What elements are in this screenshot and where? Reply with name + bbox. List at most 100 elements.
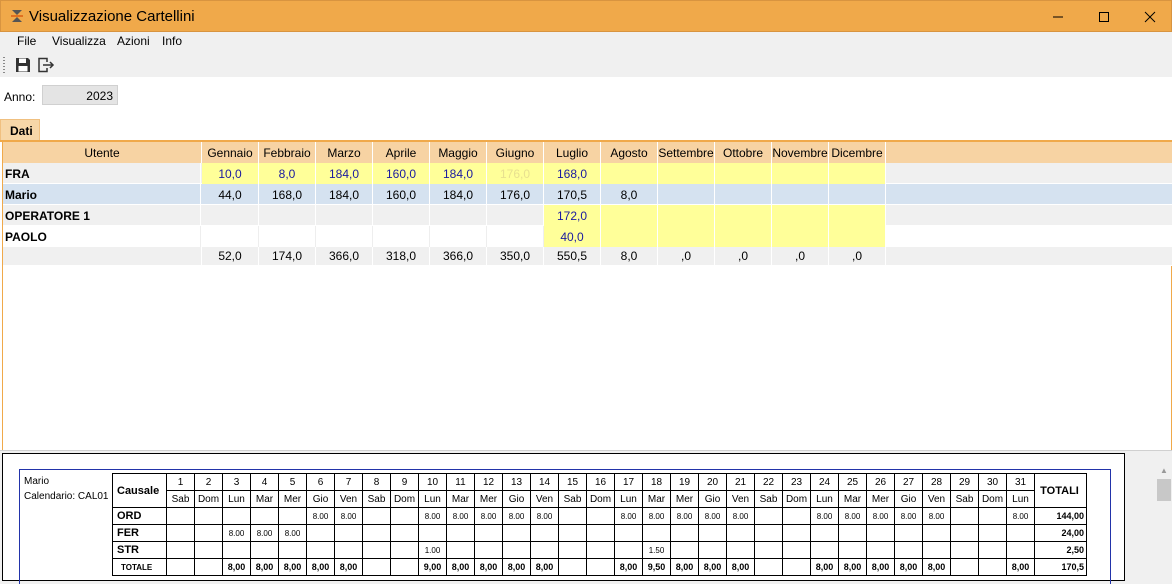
cell-value[interactable]: [829, 205, 886, 226]
cell-value[interactable]: [259, 226, 316, 247]
vertical-scrollbar[interactable]: ▲: [1156, 463, 1172, 580]
cell-value[interactable]: [430, 226, 487, 247]
cell-value[interactable]: 184,0: [430, 163, 487, 184]
day-number: 29: [950, 473, 979, 491]
cell-value[interactable]: [829, 184, 886, 205]
cell-value[interactable]: [658, 205, 715, 226]
report-cell: [670, 541, 699, 559]
anno-field[interactable]: 2023: [42, 85, 118, 105]
header-month[interactable]: Giugno: [487, 142, 544, 163]
cell-value[interactable]: 184,0: [316, 184, 373, 205]
cell-value[interactable]: [259, 205, 316, 226]
cell-value[interactable]: 40,0: [544, 226, 601, 247]
tab-dati[interactable]: Dati: [0, 119, 40, 141]
cell-value[interactable]: 10,0: [202, 163, 259, 184]
menu-visualizza[interactable]: Visualizza: [52, 34, 106, 48]
cell-value[interactable]: 184,0: [316, 163, 373, 184]
cell-value[interactable]: [316, 205, 373, 226]
day-number: 23: [782, 473, 811, 491]
cell-value[interactable]: 184,0: [430, 184, 487, 205]
cell-value[interactable]: [316, 226, 373, 247]
export-button[interactable]: [36, 55, 56, 75]
cell-value[interactable]: [487, 226, 544, 247]
cell-value[interactable]: [715, 163, 772, 184]
cell-value[interactable]: [202, 226, 259, 247]
cell-value[interactable]: [715, 226, 772, 247]
header-month[interactable]: Maggio: [430, 142, 487, 163]
cell-value[interactable]: [430, 205, 487, 226]
cell-value[interactable]: [601, 163, 658, 184]
close-button[interactable]: [1127, 1, 1172, 33]
report-cell: [530, 541, 559, 559]
cell-value[interactable]: [658, 163, 715, 184]
cell-value[interactable]: 160,0: [373, 163, 430, 184]
day-number: 8: [362, 473, 391, 491]
cell-value[interactable]: 172,0: [544, 205, 601, 226]
cell-value[interactable]: 8,0: [259, 163, 316, 184]
totals-label-cell: [3, 247, 202, 266]
table-row[interactable]: FRA 10,0 8,0 184,0 160,0 184,0 176,0 168…: [3, 163, 1172, 184]
maximize-button[interactable]: [1081, 1, 1127, 33]
table-row[interactable]: OPERATORE 1 172,0: [3, 205, 1172, 226]
day-number: 4: [250, 473, 279, 491]
cell-value[interactable]: [202, 205, 259, 226]
cell-value[interactable]: [772, 205, 829, 226]
cell-value[interactable]: 168,0: [544, 163, 601, 184]
menu-file[interactable]: File: [17, 34, 36, 48]
menu-azioni[interactable]: Azioni: [117, 34, 150, 48]
header-month[interactable]: Gennaio: [202, 142, 259, 163]
header-month[interactable]: Agosto: [601, 142, 658, 163]
cell-value[interactable]: 176,0: [487, 163, 544, 184]
report-cell: [782, 524, 811, 542]
cell-value[interactable]: 160,0: [373, 184, 430, 205]
totals-row: 52,0 174,0 366,0 318,0 366,0 350,0 550,5…: [3, 247, 1172, 266]
totali-header: TOTALI: [1034, 473, 1087, 508]
save-icon: [16, 58, 30, 72]
minimize-button[interactable]: [1035, 1, 1081, 33]
cell-value[interactable]: [772, 184, 829, 205]
header-month[interactable]: Settembre: [658, 142, 715, 163]
header-month[interactable]: Ottobre: [715, 142, 772, 163]
cell-value[interactable]: 168,0: [259, 184, 316, 205]
report-cell: 8.00: [502, 507, 531, 525]
cell-value[interactable]: [373, 226, 430, 247]
menu-info[interactable]: Info: [162, 34, 182, 48]
cell-value[interactable]: [658, 184, 715, 205]
report-preview[interactable]: Mario Calendario: CAL01 Causale 1 2 3 4 5 6 7 8 9…: [0, 450, 1172, 584]
cell-value[interactable]: [829, 163, 886, 184]
report-cell: [166, 541, 195, 559]
header-month[interactable]: Dicembre: [829, 142, 886, 163]
cell-value[interactable]: 176,0: [487, 184, 544, 205]
cell-value[interactable]: [715, 205, 772, 226]
scroll-up-icon[interactable]: ▲: [1156, 463, 1172, 477]
scrollbar-thumb[interactable]: [1157, 479, 1171, 501]
day-number: 10: [418, 473, 447, 491]
cell-value[interactable]: [715, 184, 772, 205]
header-month[interactable]: Febbraio: [259, 142, 316, 163]
cell-value[interactable]: 8,0: [601, 184, 658, 205]
cell-value[interactable]: [373, 205, 430, 226]
table-row[interactable]: PAOLO 40,0: [3, 226, 1172, 247]
save-button[interactable]: [13, 55, 33, 75]
header-month[interactable]: Luglio: [544, 142, 601, 163]
cell-value[interactable]: 170,5: [544, 184, 601, 205]
toolbar-grip[interactable]: [3, 57, 5, 73]
report-cell: 8.00: [306, 507, 335, 525]
cell-value[interactable]: 44,0: [202, 184, 259, 205]
header-month[interactable]: Marzo: [316, 142, 373, 163]
cell-value[interactable]: [772, 226, 829, 247]
cell-value[interactable]: [658, 226, 715, 247]
report-cell: [474, 541, 503, 559]
cell-value[interactable]: [601, 205, 658, 226]
table-row-selected[interactable]: Mario 44,0 168,0 184,0 160,0 184,0 176,0…: [3, 184, 1172, 205]
header-month[interactable]: Aprile: [373, 142, 430, 163]
cell-value[interactable]: [772, 163, 829, 184]
header-utente[interactable]: Utente: [3, 142, 202, 163]
weekday: Dom: [782, 490, 811, 508]
cell-value[interactable]: [829, 226, 886, 247]
report-cell: 8.00: [474, 507, 503, 525]
report-cell: [586, 541, 615, 559]
header-month[interactable]: Novembre: [772, 142, 829, 163]
cell-value[interactable]: [601, 226, 658, 247]
cell-value[interactable]: [487, 205, 544, 226]
